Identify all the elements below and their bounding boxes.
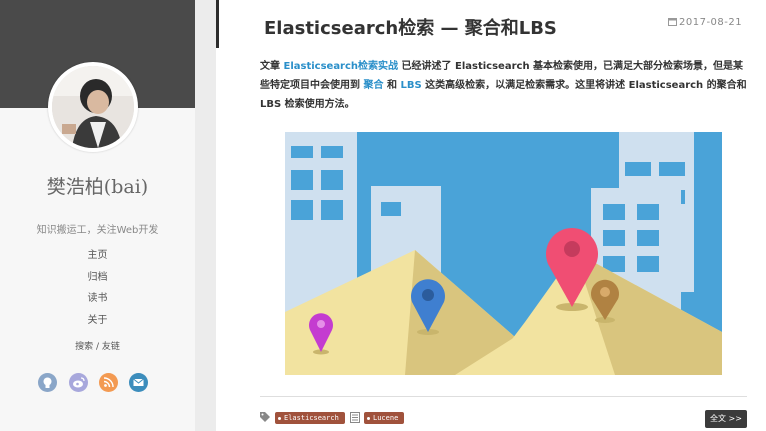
category-icon bbox=[350, 412, 360, 423]
post-date-text: 2017-08-21 bbox=[679, 17, 743, 28]
excerpt-text: 和 bbox=[383, 80, 401, 91]
github-icon[interactable] bbox=[38, 373, 57, 392]
post-cover-image bbox=[285, 132, 722, 375]
calendar-icon bbox=[668, 18, 677, 26]
read-more-button[interactable]: 全文 >> bbox=[705, 410, 747, 428]
tag-lucene[interactable]: Lucene bbox=[364, 412, 405, 424]
social-links bbox=[38, 373, 158, 393]
nav-about[interactable]: 关于 bbox=[0, 313, 195, 335]
content-gutter bbox=[195, 0, 216, 431]
title-accent-bar bbox=[216, 0, 219, 48]
nav-archive[interactable]: 归档 bbox=[0, 270, 195, 292]
author-name[interactable]: 樊浩柏(bai) bbox=[0, 172, 195, 199]
search-link[interactable]: 搜索 bbox=[75, 342, 93, 352]
excerpt-link-aggregation[interactable]: 聚合 bbox=[363, 80, 383, 91]
post-date: 2017-08-21 bbox=[668, 17, 742, 28]
friends-link[interactable]: 友链 bbox=[102, 342, 120, 352]
sidebar-nav: 主页 归档 读书 关于 bbox=[0, 248, 195, 334]
author-tagline: 知识搬运工，关注Web开发 bbox=[36, 225, 159, 236]
tag-icon bbox=[260, 412, 270, 422]
post-divider bbox=[260, 396, 747, 397]
weibo-icon[interactable] bbox=[69, 373, 88, 392]
tag-elasticsearch[interactable]: Elasticsearch bbox=[275, 412, 345, 424]
mail-icon[interactable] bbox=[129, 373, 148, 392]
nav-home[interactable]: 主页 bbox=[0, 248, 195, 270]
nav-reading[interactable]: 读书 bbox=[0, 291, 195, 313]
post-excerpt: 文章 Elasticsearch检索实战 已经讲述了 Elasticsearch… bbox=[260, 57, 750, 114]
sidebar: 樊浩柏(bai) 知识搬运工，关注Web开发 主页 归档 读书 关于 搜索 / … bbox=[0, 0, 195, 431]
rss-icon[interactable] bbox=[99, 373, 118, 392]
post-title[interactable]: Elasticsearch检索 — 聚合和LBS bbox=[264, 14, 557, 40]
excerpt-text: 文章 bbox=[260, 61, 284, 72]
avatar-photo bbox=[52, 66, 134, 148]
misc-links: 搜索 / 友链 bbox=[0, 339, 195, 352]
excerpt-link-lbs[interactable]: LBS bbox=[400, 80, 421, 91]
link-separator: / bbox=[93, 342, 102, 352]
avatar[interactable] bbox=[48, 62, 138, 152]
excerpt-link-es-practice[interactable]: Elasticsearch检索实战 bbox=[283, 61, 398, 72]
